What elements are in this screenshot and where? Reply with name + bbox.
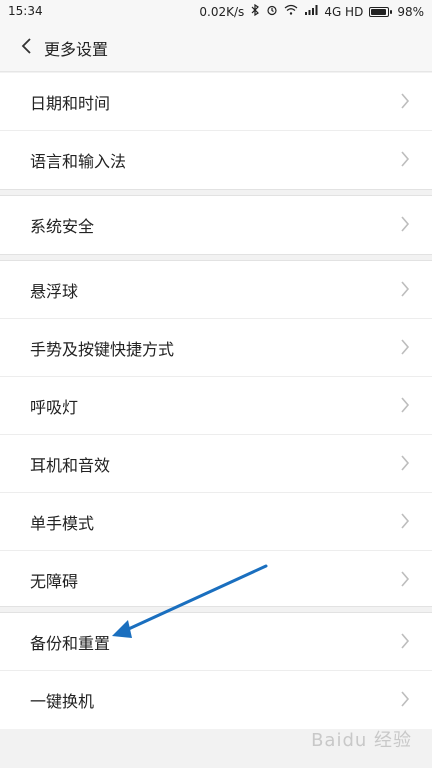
settings-item-label: 日期和时间 [30, 94, 111, 113]
settings-item-headphones-audio[interactable]: 耳机和音效 [0, 435, 432, 493]
status-right: 0.02K/s 4G HD 98% [199, 3, 424, 19]
battery-icon [369, 6, 393, 17]
settings-item-label: 备份和重置 [30, 634, 111, 653]
chevron-right-icon [400, 511, 410, 531]
settings-item-label: 一键换机 [30, 692, 95, 711]
battery-percent: 98% [397, 4, 424, 19]
wifi-icon [284, 4, 298, 19]
settings-item-language-input[interactable]: 语言和输入法 [0, 131, 432, 189]
settings-item-label: 手势及按键快捷方式 [30, 340, 175, 359]
chevron-right-icon [400, 149, 410, 169]
settings-item-label: 系统安全 [30, 217, 95, 236]
top-app-bar: 更多设置 [0, 24, 432, 72]
settings-item-one-click-migration[interactable]: 一键换机 [0, 671, 432, 729]
settings-section-2: 系统安全 [0, 196, 432, 254]
settings-item-date-time[interactable]: 日期和时间 [0, 73, 432, 131]
status-time: 15:34 [8, 4, 43, 18]
chevron-right-icon [400, 395, 410, 415]
settings-item-breathing-light[interactable]: 呼吸灯 [0, 377, 432, 435]
chevron-right-icon [400, 569, 410, 589]
section-divider [0, 606, 432, 613]
settings-item-floating-ball[interactable]: 悬浮球 [0, 261, 432, 319]
section-divider [0, 254, 432, 261]
chevron-right-icon [400, 91, 410, 111]
settings-section-4: 备份和重置 一键换机 [0, 613, 432, 729]
watermark: Baidu 经验 [311, 730, 412, 751]
settings-item-label: 呼吸灯 [30, 398, 79, 417]
chevron-right-icon [400, 631, 410, 651]
settings-section-1: 日期和时间 语言和输入法 [0, 73, 432, 189]
settings-section-3: 悬浮球 手势及按键快捷方式 呼吸灯 耳机和音效 单手模式 无障碍 [0, 261, 432, 609]
settings-item-label: 悬浮球 [30, 282, 79, 301]
network-type: 4G HD [324, 4, 364, 19]
settings-item-gesture-shortcuts[interactable]: 手势及按键快捷方式 [0, 319, 432, 377]
chevron-right-icon [400, 337, 410, 357]
chevron-right-icon [400, 453, 410, 473]
settings-item-label: 语言和输入法 [30, 152, 127, 171]
chevron-right-icon [400, 689, 410, 709]
alarm-icon [266, 4, 278, 19]
settings-item-backup-reset[interactable]: 备份和重置 [0, 613, 432, 671]
settings-item-label: 无障碍 [30, 572, 79, 591]
section-divider [0, 189, 432, 196]
status-bar: 15:34 0.02K/s 4G HD 98% [0, 0, 432, 24]
settings-item-system-security[interactable]: 系统安全 [0, 196, 432, 254]
back-button[interactable] [14, 36, 38, 60]
chevron-right-icon [400, 214, 410, 234]
page-title: 更多设置 [44, 40, 109, 59]
network-speed: 0.02K/s [199, 4, 245, 19]
settings-item-accessibility[interactable]: 无障碍 [0, 551, 432, 609]
settings-item-label: 单手模式 [30, 514, 95, 533]
signal-icon [304, 4, 318, 19]
bluetooth-icon [250, 3, 260, 19]
settings-item-one-hand-mode[interactable]: 单手模式 [0, 493, 432, 551]
chevron-left-icon [20, 36, 32, 60]
settings-item-label: 耳机和音效 [30, 456, 111, 475]
chevron-right-icon [400, 279, 410, 299]
